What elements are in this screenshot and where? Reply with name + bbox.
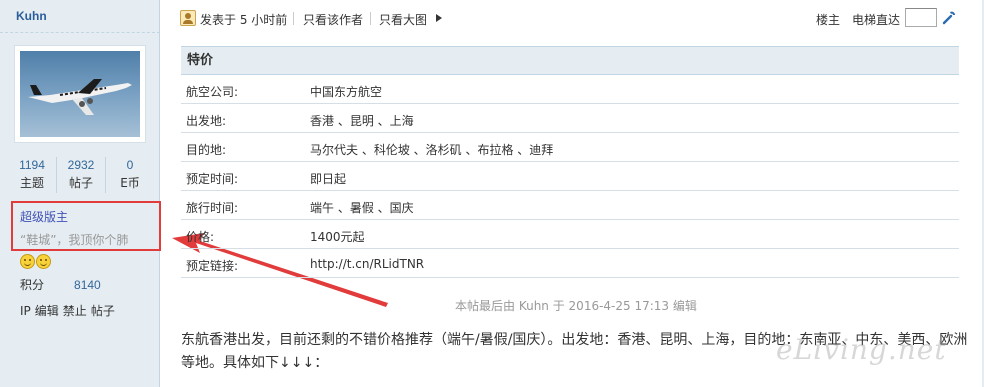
stat-label: E币 [120, 176, 140, 190]
table-row: 航空公司: 中国东方航空 [181, 75, 959, 104]
divider [0, 32, 160, 33]
triangle-right-icon[interactable] [436, 14, 442, 22]
poster-avatar-icon [180, 10, 196, 26]
admin-link-posts[interactable]: 帖子 [91, 304, 115, 318]
stat-value: 1194 [19, 158, 45, 172]
row-value: 1400元起 [310, 230, 365, 244]
edit-note-user[interactable]: Kuhn [519, 299, 549, 313]
only-author-link[interactable]: 只看该作者 [303, 11, 363, 28]
stat-threads[interactable]: 1194 主题 [8, 157, 57, 193]
admin-link-ban[interactable]: 禁止 [63, 304, 87, 318]
row-value: 端午 、暑假 、国庆 [310, 201, 414, 215]
stat-label: 帖子 [68, 176, 93, 190]
post-time: 发表于 5 小时前 [200, 13, 288, 27]
table-row: 旅行时间: 端午 、暑假 、国庆 [181, 191, 959, 220]
elevator-label: 电梯直达 [852, 13, 901, 27]
user-sidebar: Kuhn 1194 主题 2932 帖子 0 E币 超级版主 “鞋城”，我顶你个… [0, 0, 160, 387]
edit-note-suffix: 于 2016-4-25 17:13 编辑 [548, 299, 697, 313]
points-label: 积分 [20, 278, 45, 292]
row-value: 香港 、昆明 、上海 [310, 114, 414, 128]
row-key: 预定时间: [186, 172, 239, 186]
username-link[interactable]: Kuhn [16, 9, 47, 23]
user-points: 积分 8140 [20, 276, 101, 293]
table-row: 预定链接: http://t.cn/RLidTNR [181, 249, 959, 278]
stat-posts[interactable]: 2932 帖子 [57, 157, 106, 193]
row-key: 目的地: [186, 143, 227, 157]
row-key: 预定链接: [186, 259, 239, 273]
admin-links: IP 编辑 禁止 帖子 [20, 302, 119, 319]
row-value: 中国东方航空 [310, 85, 383, 99]
row-key: 出发地: [186, 114, 227, 128]
divider [293, 12, 294, 25]
booking-link[interactable]: http://t.cn/RLidTNR [310, 257, 424, 271]
medals [20, 254, 51, 269]
table-title: 特价 [181, 46, 959, 75]
divider [370, 12, 371, 25]
airplane-avatar-image [20, 51, 140, 137]
floor-label: 楼主 [816, 13, 841, 27]
table-row: 目的地: 马尔代夫 、科伦坡 、洛杉矶 、布拉格 、迪拜 [181, 133, 959, 162]
jump-arrow-icon[interactable] [942, 9, 958, 25]
row-key: 旅行时间: [186, 201, 239, 215]
stat-label: 主题 [19, 176, 44, 190]
watermark: eLiving.net [776, 333, 947, 366]
edit-note: 本帖最后由 Kuhn 于 2016-4-25 17:13 编辑 [455, 297, 697, 314]
post-topbar: 发表于 5 小时前 只看该作者 只看大图 楼主 电梯直达 [180, 8, 964, 30]
deal-info-table: 特价 航空公司: 中国东方航空 出发地: 香港 、昆明 、上海 目的地: 马尔代夫 、… [181, 46, 959, 278]
row-key: 价格: [186, 230, 215, 244]
smiley-medal-icon[interactable] [36, 254, 51, 269]
stat-value: 0 [126, 158, 134, 172]
row-value: 即日起 [310, 172, 347, 186]
points-value[interactable]: 8140 [74, 278, 101, 292]
avatar[interactable] [14, 45, 146, 143]
smiley-medal-icon[interactable] [20, 254, 35, 269]
table-row: 出发地: 香港 、昆明 、上海 [181, 104, 959, 133]
admin-link-edit[interactable]: 编辑 [35, 304, 59, 318]
only-big-image-link[interactable]: 只看大图 [379, 11, 427, 28]
stat-ecoins[interactable]: 0 E币 [106, 157, 154, 193]
stat-value: 2932 [67, 158, 95, 172]
admin-link-ip[interactable]: IP [20, 304, 31, 318]
table-row: 预定时间: 即日起 [181, 162, 959, 191]
table-row: 价格: 1400元起 [181, 220, 959, 249]
user-stats: 1194 主题 2932 帖子 0 E币 [8, 157, 154, 193]
edit-note-prefix: 本帖最后由 [455, 299, 519, 313]
row-value: 马尔代夫 、科伦坡 、洛杉矶 、布拉格 、迪拜 [310, 143, 554, 157]
floor-jump-input[interactable] [905, 8, 937, 27]
row-key: 航空公司: [186, 85, 239, 99]
highlight-box [11, 201, 161, 251]
